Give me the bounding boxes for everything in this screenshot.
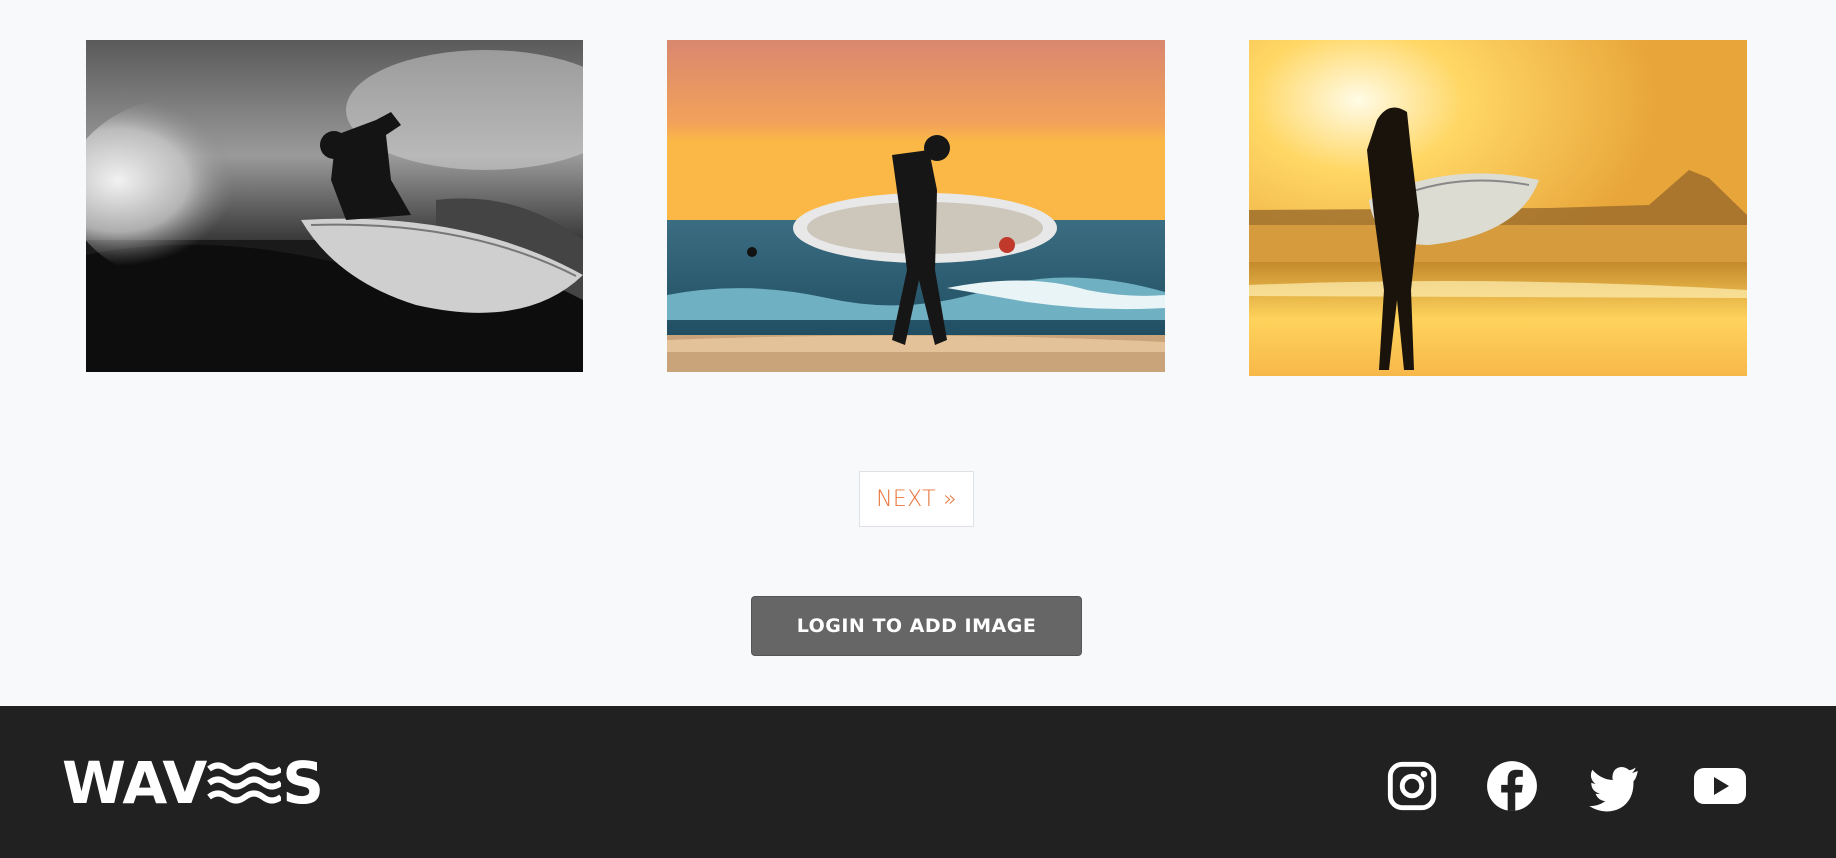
twitter-icon[interactable] [1588, 760, 1640, 812]
instagram-icon[interactable] [1386, 760, 1438, 812]
image-gallery [0, 40, 1836, 376]
waves-logo[interactable]: WAV S [62, 749, 324, 817]
gallery-image[interactable] [667, 40, 1165, 372]
page: NEXT » LOGIN TO ADD IMAGE WAV S [0, 0, 1836, 858]
footer: WAV S [0, 706, 1836, 858]
youtube-icon[interactable] [1692, 760, 1748, 812]
logo-text-left: WAV [62, 749, 207, 817]
login-to-add-image-button[interactable]: LOGIN TO ADD IMAGE [751, 596, 1082, 656]
facebook-icon[interactable] [1486, 760, 1538, 812]
waves-icon [207, 762, 282, 804]
next-page-button[interactable]: NEXT » [859, 471, 974, 527]
logo-text-right: S [282, 749, 324, 817]
gallery-image[interactable] [1249, 40, 1747, 376]
gallery-image[interactable] [86, 40, 583, 372]
